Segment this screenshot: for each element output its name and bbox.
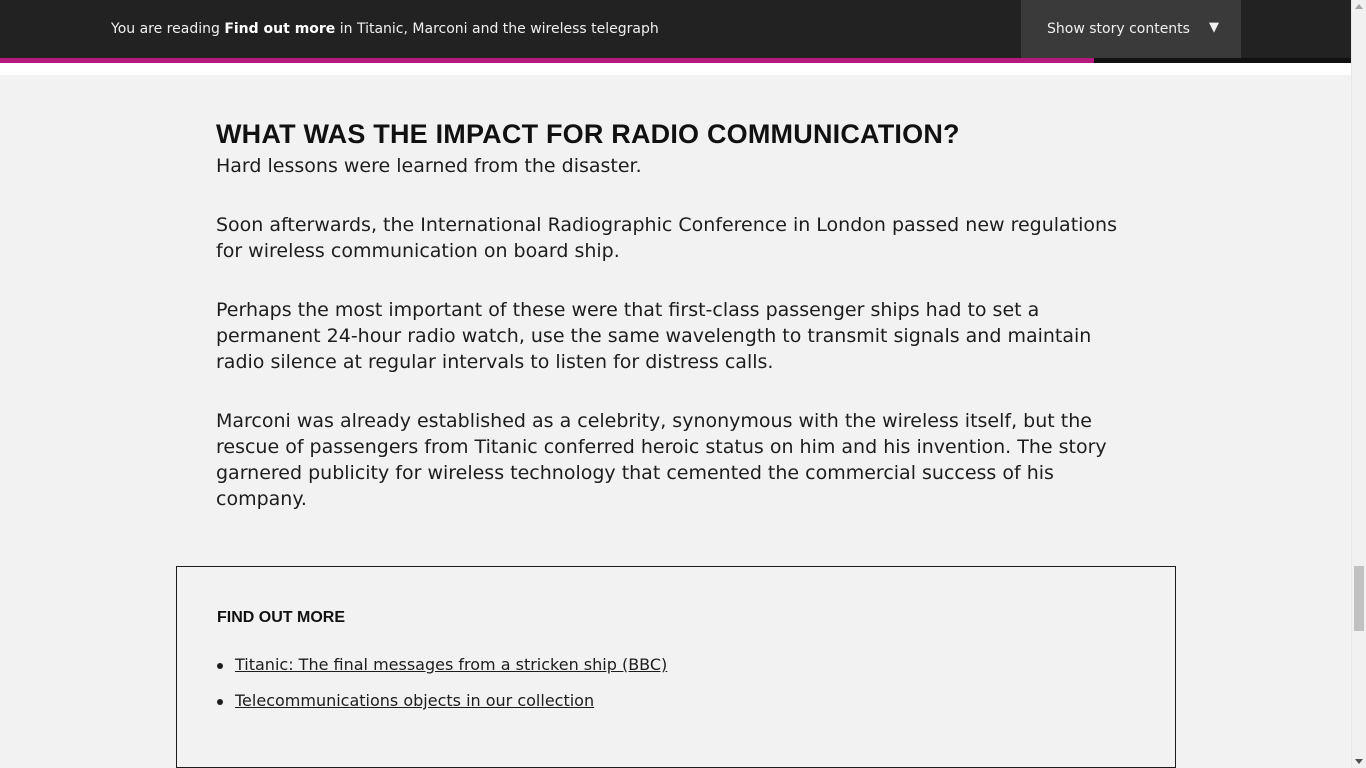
bullet-icon — [217, 663, 223, 669]
page: You are reading Find out more in Titanic… — [0, 0, 1351, 768]
scroll-down-arrow-icon[interactable] — [1355, 759, 1363, 764]
show-story-contents-button[interactable]: Show story contents ▼ — [1021, 0, 1241, 58]
reading-status: You are reading Find out more in Titanic… — [111, 20, 659, 38]
header-divider — [0, 63, 1351, 75]
article-content: WHAT WAS THE IMPACT FOR RADIO COMMUNICAT… — [216, 116, 1136, 545]
reading-middle: in — [335, 21, 357, 37]
article-paragraph: Soon afterwards, the International Radio… — [216, 214, 1117, 262]
find-out-more-list: Titanic: The final messages from a stric… — [217, 655, 667, 727]
list-item: Telecommunications objects in our collec… — [217, 691, 667, 727]
find-out-more-title: FIND OUT MORE — [217, 609, 345, 626]
article-paragraph: Perhaps the most important of these were… — [216, 299, 1092, 373]
story-title: Titanic, Marconi and the wireless telegr… — [356, 21, 659, 37]
show-story-contents-label: Show story contents — [1047, 21, 1190, 37]
current-section: Find out more — [224, 21, 336, 37]
article-paragraph: Marconi was already established as a cel… — [216, 410, 1107, 510]
section-heading: WHAT WAS THE IMPACT FOR RADIO COMMUNICAT… — [216, 119, 960, 149]
story-navigation-bar: You are reading Find out more in Titanic… — [0, 0, 1351, 58]
telecommunications-collection-link[interactable]: Telecommunications objects in our collec… — [235, 691, 594, 710]
bullet-icon — [217, 699, 223, 705]
find-out-more-box: FIND OUT MORE Titanic: The final message… — [176, 566, 1176, 768]
reading-prefix: You are reading — [111, 21, 225, 37]
scrollbar-thumb[interactable] — [1354, 566, 1364, 631]
vertical-scrollbar[interactable] — [1351, 0, 1366, 768]
list-item: Titanic: The final messages from a stric… — [217, 655, 667, 691]
scroll-up-arrow-icon[interactable] — [1355, 4, 1363, 9]
bbc-titanic-messages-link[interactable]: Titanic: The final messages from a stric… — [235, 655, 667, 674]
chevron-down-icon: ▼ — [1209, 20, 1219, 35]
article-paragraph: Hard lessons were learned from the disas… — [216, 155, 642, 177]
